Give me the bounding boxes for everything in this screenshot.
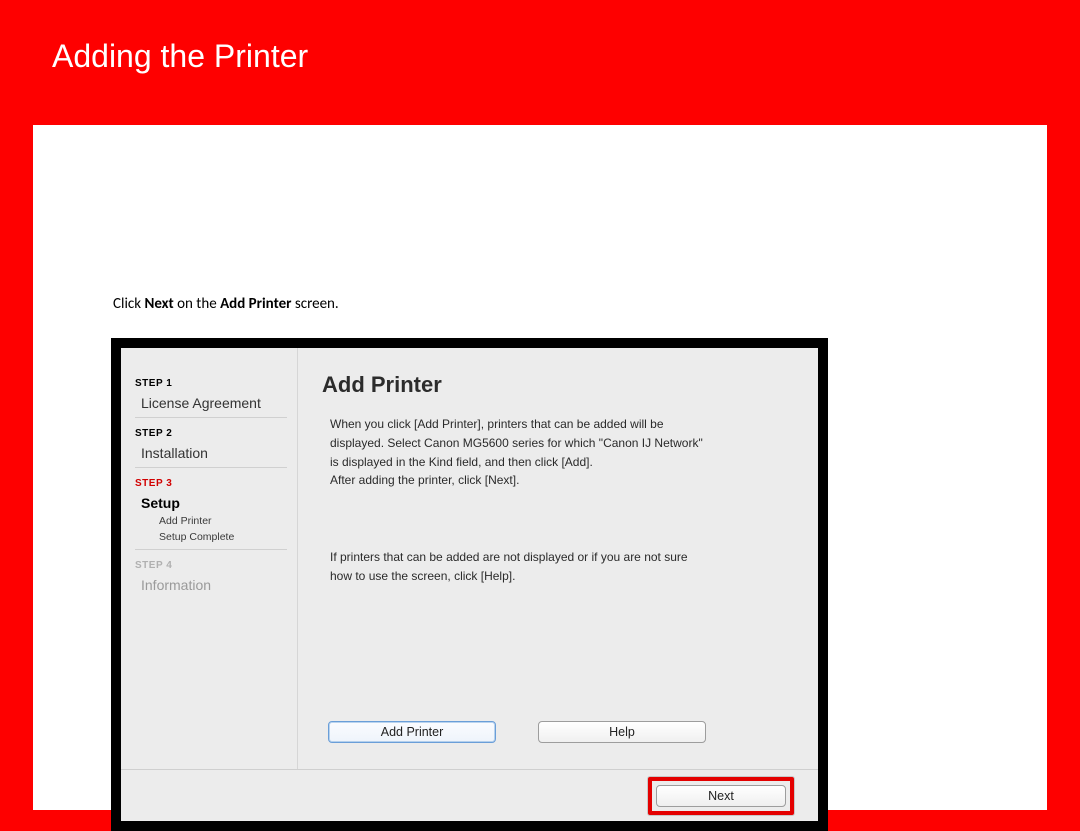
next-highlight: Next xyxy=(648,777,794,815)
wizard-content: Add Printer When you click [Add Printer]… xyxy=(297,348,818,769)
content-title: Add Printer xyxy=(322,372,792,398)
text-bold-addprinter: Add Printer xyxy=(220,295,291,313)
help-button[interactable]: Help xyxy=(538,721,706,743)
wizard-sidebar: STEP 1 License Agreement STEP 2 Installa… xyxy=(121,348,297,769)
dialog-window: STEP 1 License Agreement STEP 2 Installa… xyxy=(121,348,818,821)
add-printer-button[interactable]: Add Printer xyxy=(328,721,496,743)
slide-title: Adding the Printer xyxy=(52,38,308,75)
step4-label: STEP 4 xyxy=(135,560,287,571)
text-fragment: Click xyxy=(113,295,144,313)
content-line: is displayed in the Kind field, and then… xyxy=(330,454,792,471)
instruction-text: Click Next on the Add Printer screen. xyxy=(113,295,339,313)
step4-title: Information xyxy=(141,577,287,593)
content-line: After adding the printer, click [Next]. xyxy=(330,472,792,489)
step3-sub-complete: Setup Complete xyxy=(159,531,287,543)
step2-title: Installation xyxy=(141,445,287,461)
content-line: displayed. Select Canon MG5600 series fo… xyxy=(330,435,792,452)
divider xyxy=(135,549,287,550)
content-line: When you click [Add Printer], printers t… xyxy=(330,416,792,433)
step2-label: STEP 2 xyxy=(135,428,287,439)
step1-title: License Agreement xyxy=(141,395,287,411)
content-panel: Click Next on the Add Printer screen. ST… xyxy=(33,125,1047,810)
text-fragment: on the xyxy=(174,295,220,313)
action-buttons: Add Printer Help xyxy=(322,721,792,759)
divider xyxy=(135,467,287,468)
content-body: When you click [Add Printer], printers t… xyxy=(322,416,792,587)
dialog-footer: Next xyxy=(121,769,818,821)
step3-sub-addprinter: Add Printer xyxy=(159,515,287,527)
content-line: If printers that can be added are not di… xyxy=(330,549,792,566)
next-button[interactable]: Next xyxy=(656,785,786,807)
divider xyxy=(135,417,287,418)
text-bold-next: Next xyxy=(144,295,173,313)
step1-label: STEP 1 xyxy=(135,378,287,389)
page-number: 11 xyxy=(1019,778,1034,796)
screenshot-frame: STEP 1 License Agreement STEP 2 Installa… xyxy=(111,338,828,831)
step3-title: Setup xyxy=(141,495,287,511)
text-fragment: screen. xyxy=(291,295,338,313)
step3-label: STEP 3 xyxy=(135,478,287,489)
content-line: how to use the screen, click [Help]. xyxy=(330,568,792,585)
